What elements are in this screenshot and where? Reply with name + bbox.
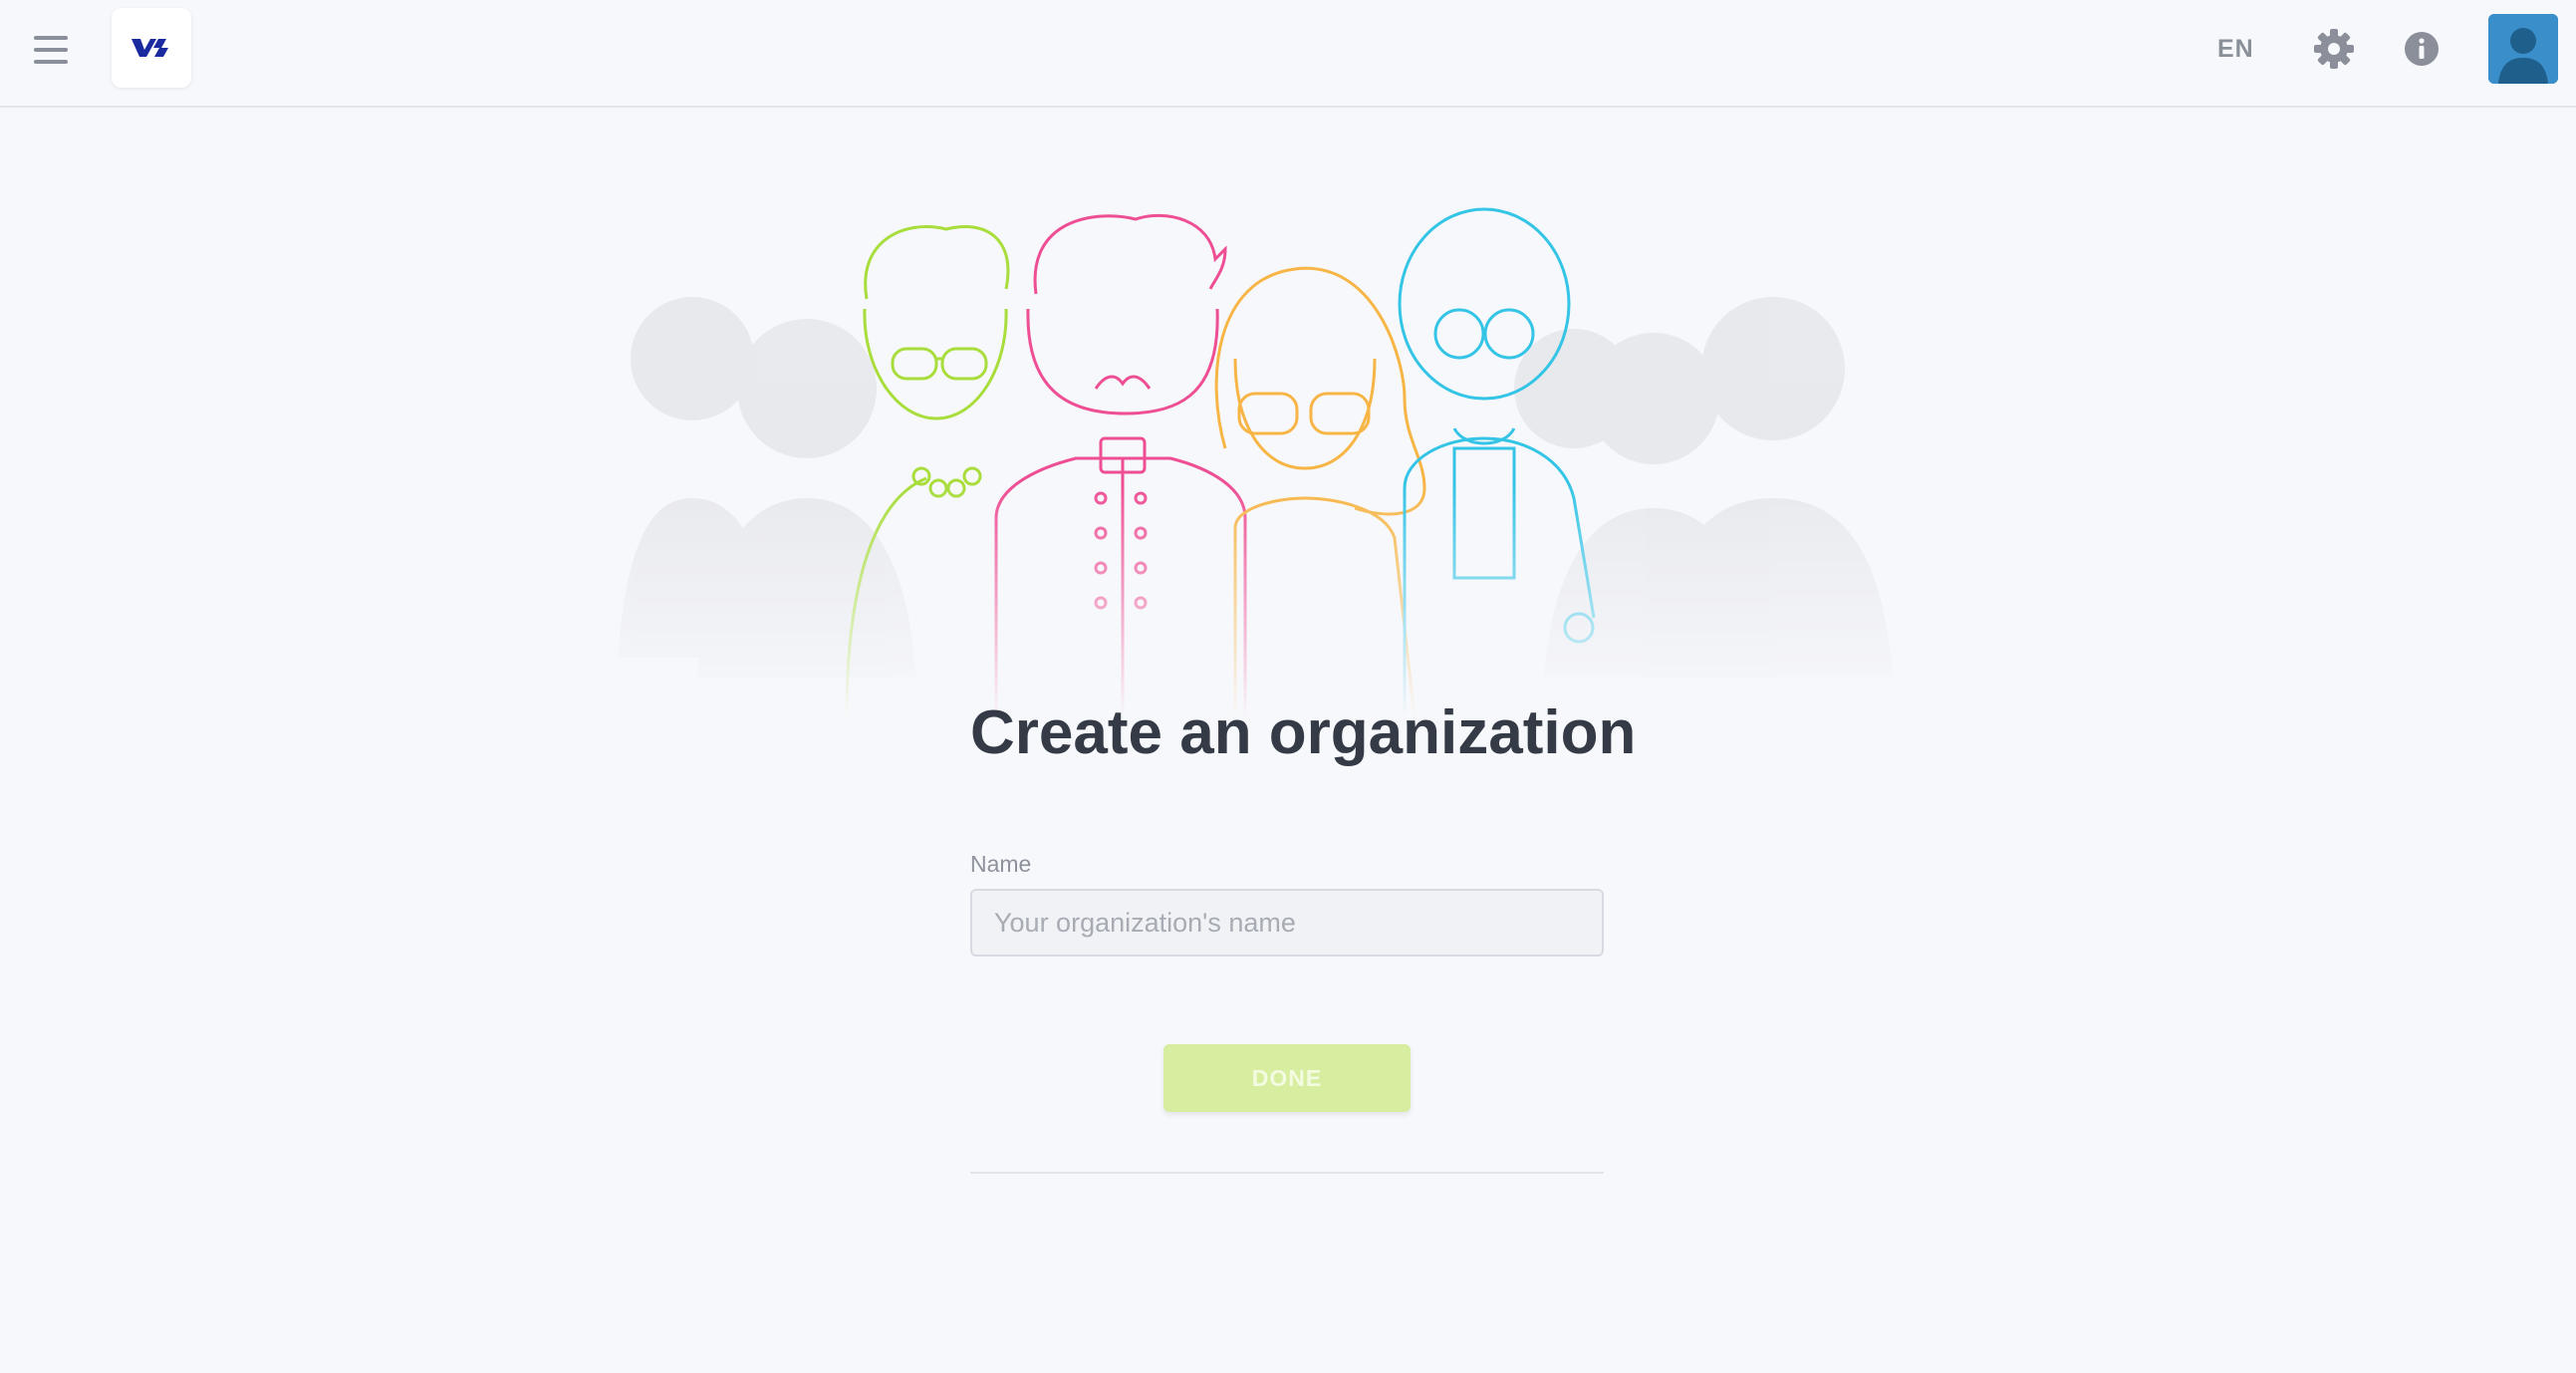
top-bar: EN: [0, 0, 2576, 108]
person-silhouette-icon: [2488, 14, 2558, 84]
gear-icon[interactable]: [2313, 28, 2355, 70]
language-selector[interactable]: EN: [2217, 32, 2254, 66]
info-icon[interactable]: [2403, 30, 2441, 68]
hamburger-menu-icon[interactable]: [34, 36, 68, 64]
logo-mark-icon: [131, 39, 168, 57]
name-field-label: Name: [970, 851, 1032, 877]
divider: [970, 1172, 1604, 1174]
page-title: Create an organization: [970, 698, 1637, 767]
team-illustration: [598, 199, 1972, 717]
app-logo[interactable]: [112, 8, 191, 88]
user-avatar[interactable]: [2488, 14, 2558, 84]
done-button[interactable]: DONE: [1163, 1044, 1411, 1112]
organization-name-input[interactable]: [970, 889, 1604, 957]
